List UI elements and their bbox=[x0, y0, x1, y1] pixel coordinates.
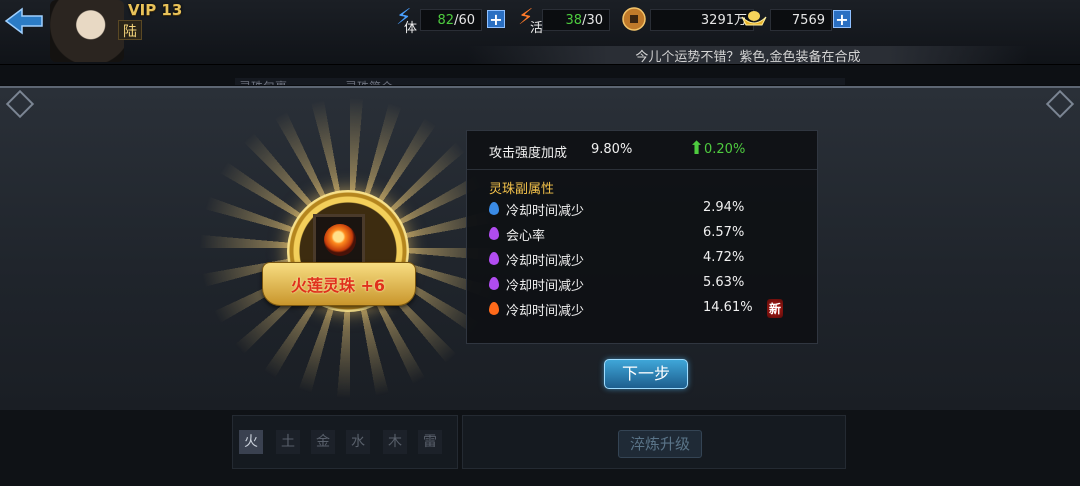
stamina-label: 体 bbox=[404, 21, 418, 36]
sub-stat-name: 冷却时间减少 bbox=[506, 254, 585, 269]
sub-stat-row: 冷却时间减少 4.72% bbox=[467, 249, 817, 271]
vigor-value: 38/30 bbox=[542, 9, 610, 31]
blue-flame-icon bbox=[489, 202, 499, 215]
coins-value: 3291万 bbox=[650, 9, 754, 31]
player-name: 陆 bbox=[118, 20, 142, 40]
next-step-button[interactable]: 下一步 bbox=[604, 359, 688, 389]
element-tab-water[interactable]: 水 bbox=[346, 430, 370, 454]
stamina-max: /60 bbox=[454, 13, 475, 28]
top-hud: VIP 13 陆 ⚡ 体 82/60 + ⚡ 活 38/30 3291万 756… bbox=[0, 0, 1080, 65]
new-badge: 新 bbox=[767, 299, 784, 318]
frame-corner-ornament bbox=[5, 89, 35, 119]
purple-flame-icon bbox=[489, 252, 499, 265]
stats-panel: 攻击强度加成 9.80% ⬆ 0.20% 灵珠副属性 冷却时间减少 2.94% … bbox=[466, 130, 818, 344]
main-stat-label: 攻击强度加成 bbox=[489, 146, 568, 161]
main-stat-value: 9.80% bbox=[591, 142, 633, 157]
sub-stat-value: 6.57% bbox=[703, 225, 745, 240]
purple-flame-icon bbox=[489, 227, 499, 240]
sub-stat-name: 冷却时间减少 bbox=[506, 304, 585, 319]
gold-ingot-icon bbox=[741, 11, 767, 26]
copper-coin-icon bbox=[622, 7, 646, 31]
main-stat-delta: 0.20% bbox=[704, 142, 746, 157]
gold-value: 7569 bbox=[770, 9, 832, 31]
gem-name: 火莲灵珠 +6 bbox=[290, 276, 386, 295]
avatar[interactable] bbox=[50, 0, 124, 62]
sub-stat-value: 5.63% bbox=[703, 275, 745, 290]
purple-flame-icon bbox=[489, 277, 499, 290]
element-tab-earth[interactable]: 土 bbox=[276, 430, 300, 454]
add-stamina-button[interactable]: + bbox=[487, 10, 505, 29]
sub-stat-name: 冷却时间减少 bbox=[506, 279, 585, 294]
element-tab-fire[interactable]: 火 bbox=[239, 430, 263, 454]
sub-stat-row: 会心率 6.57% bbox=[467, 224, 817, 246]
sub-stat-row: 冷却时间减少 5.63% bbox=[467, 274, 817, 296]
sub-stat-name: 会心率 bbox=[506, 229, 546, 244]
back-arrow-icon[interactable] bbox=[2, 6, 46, 36]
vip-level: VIP 13 bbox=[128, 1, 183, 19]
frame-corner-ornament bbox=[1045, 89, 1075, 119]
sub-stat-value: 14.61% bbox=[703, 300, 753, 315]
stamina-value: 82/60 bbox=[420, 9, 482, 31]
refine-upgrade-button[interactable]: 淬炼升级 bbox=[618, 430, 702, 458]
orange-flame-icon bbox=[489, 302, 499, 315]
sub-stat-value: 4.72% bbox=[703, 250, 745, 265]
vigor-current: 38 bbox=[565, 13, 583, 28]
element-tab-metal[interactable]: 金 bbox=[311, 430, 335, 454]
vigor-max: /30 bbox=[582, 13, 603, 28]
sub-stat-value: 2.94% bbox=[703, 200, 745, 215]
gem-slot[interactable] bbox=[313, 214, 365, 266]
element-tab-thunder[interactable]: 雷 bbox=[418, 430, 442, 454]
announcement-ticker: 今儿个运势不错？紫色,金色装备在合成 bbox=[468, 46, 1028, 65]
fire-lotus-gem-icon bbox=[324, 224, 356, 256]
add-gold-button[interactable]: + bbox=[833, 10, 851, 29]
sub-stat-name: 冷却时间减少 bbox=[506, 204, 585, 219]
stamina-current: 82 bbox=[437, 13, 455, 28]
element-tab-wood[interactable]: 木 bbox=[383, 430, 407, 454]
arrow-up-icon: ⬆ bbox=[689, 138, 705, 159]
main-stat-row: 攻击强度加成 9.80% ⬆ 0.20% bbox=[467, 131, 817, 170]
sub-stat-row: 冷却时间减少 14.61% 新 bbox=[467, 299, 817, 321]
sub-stats-title: 灵珠副属性 bbox=[489, 182, 555, 197]
sub-stat-row: 冷却时间减少 2.94% bbox=[467, 199, 817, 221]
